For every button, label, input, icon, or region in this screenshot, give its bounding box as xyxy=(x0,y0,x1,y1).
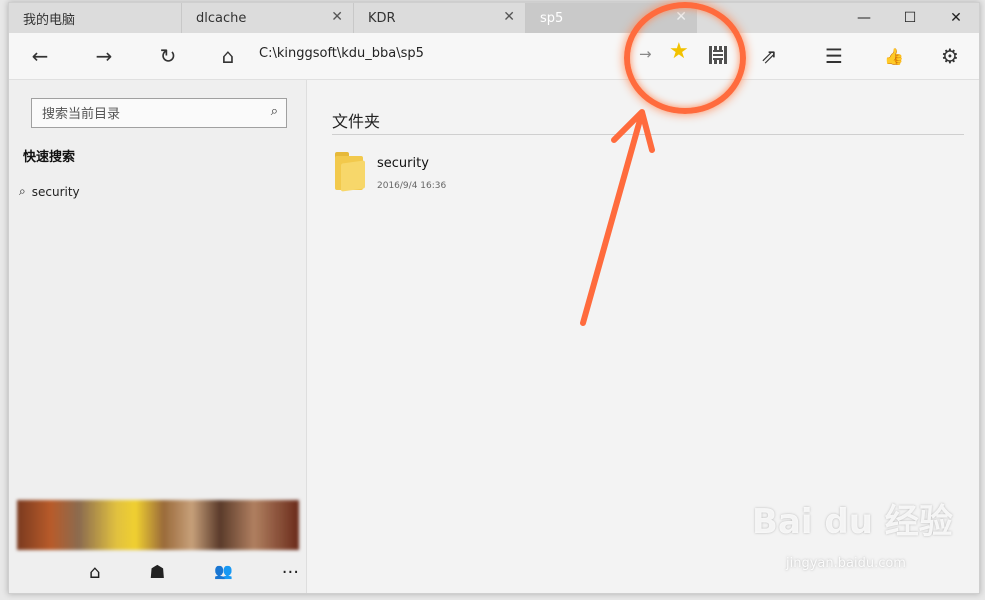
watermark-logo: Bai du 经验 xyxy=(752,502,953,542)
watermark-url: jingyan.baidu.com xyxy=(786,556,906,571)
